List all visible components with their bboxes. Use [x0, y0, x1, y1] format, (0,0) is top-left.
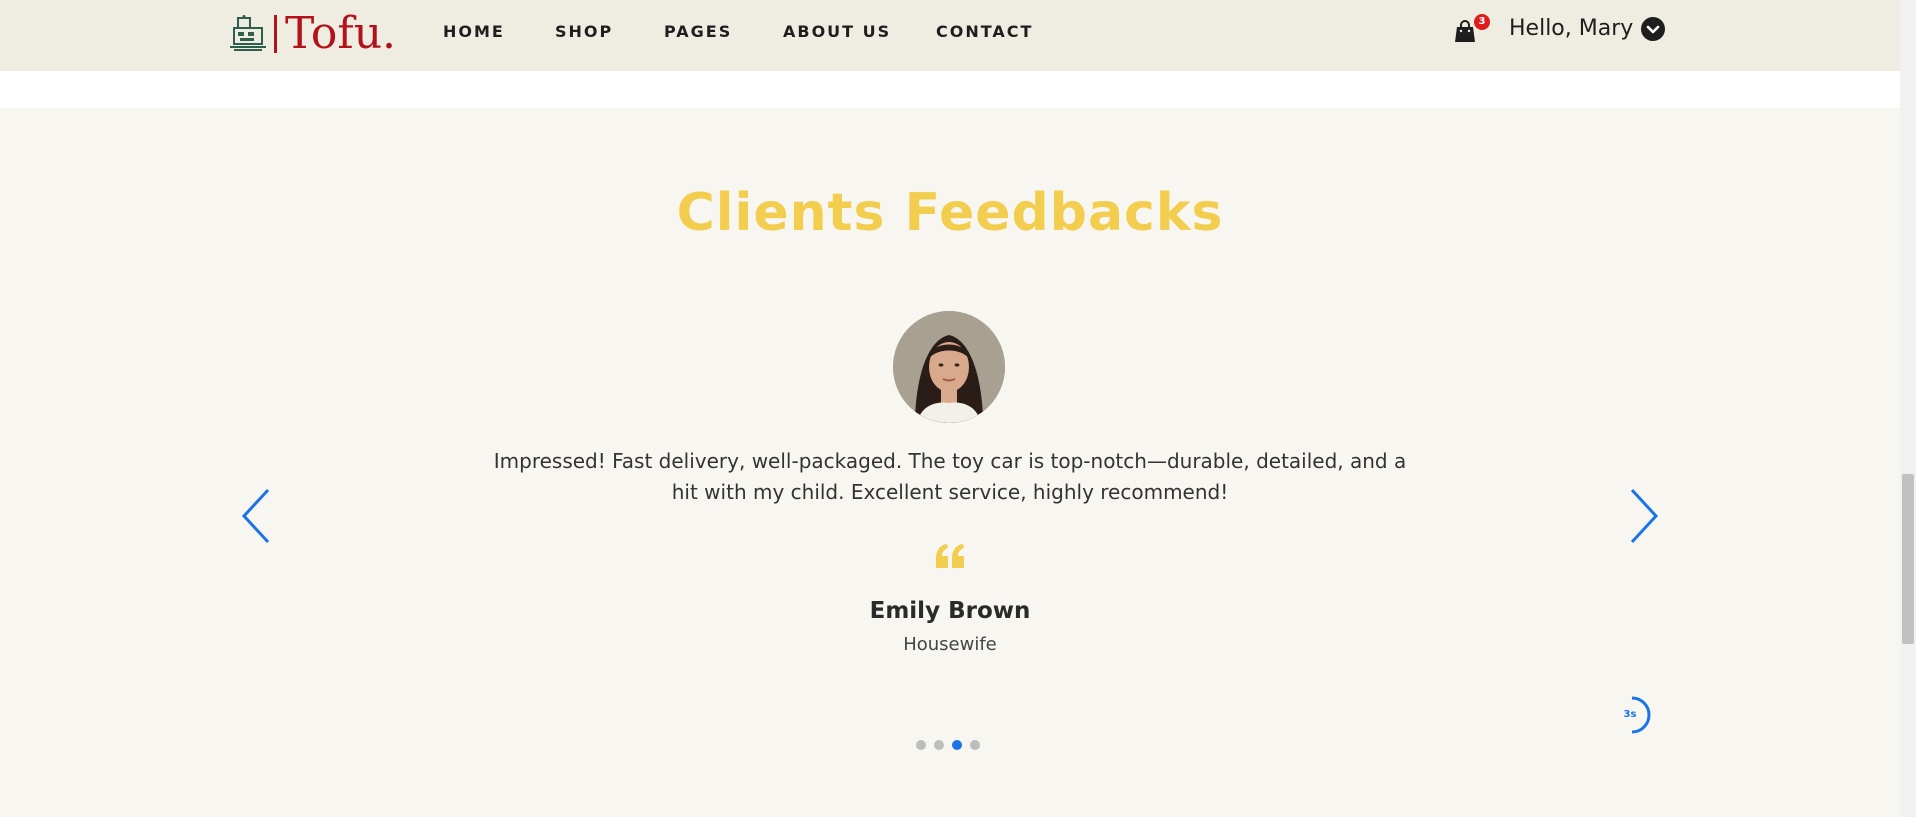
scrollbar-thumb[interactable]: [1902, 474, 1914, 644]
quote-icon: [936, 544, 964, 568]
logo-divider: [274, 15, 277, 53]
autoplay-timer-label: 3s: [1623, 709, 1637, 720]
toy-robot-icon: [230, 15, 266, 51]
nav-contact[interactable]: CONTACT: [936, 22, 1033, 41]
pagination-dot[interactable]: [916, 740, 926, 750]
client-avatar: [893, 311, 1005, 423]
page-scrollbar[interactable]: [1900, 0, 1916, 817]
cart-count-badge: 3: [1474, 14, 1490, 30]
testimonial-text: Impressed! Fast delivery, well-packaged.…: [493, 449, 1407, 504]
site-logo[interactable]: Tofu.: [228, 12, 396, 56]
user-menu[interactable]: Hello, Mary: [1509, 16, 1666, 41]
client-name: Emily Brown: [869, 598, 1031, 624]
user-greeting: Hello, Mary: [1509, 16, 1634, 41]
slide-pagination: [916, 740, 988, 750]
logo-text: Tofu.: [285, 8, 397, 59]
nav-about-us[interactable]: ABOUT US: [783, 22, 891, 41]
client-role: Housewife: [903, 634, 997, 655]
chevron-left-icon[interactable]: [240, 488, 272, 544]
nav-shop[interactable]: SHOP: [555, 22, 613, 41]
nav-pages[interactable]: PAGES: [664, 22, 732, 41]
pagination-dot[interactable]: [970, 740, 980, 750]
pagination-dot[interactable]: [934, 740, 944, 750]
nav-home[interactable]: HOME: [443, 22, 505, 41]
section-title: Clients Feedbacks: [676, 183, 1224, 243]
client-portrait-image: [893, 311, 1005, 423]
chevron-right-icon[interactable]: [1628, 488, 1660, 544]
site-header: Tofu. HOME SHOP PAGES ABOUT US CONTACT 3…: [0, 0, 1900, 71]
chevron-down-icon: [1641, 16, 1666, 41]
pagination-dot-active[interactable]: [952, 740, 962, 750]
